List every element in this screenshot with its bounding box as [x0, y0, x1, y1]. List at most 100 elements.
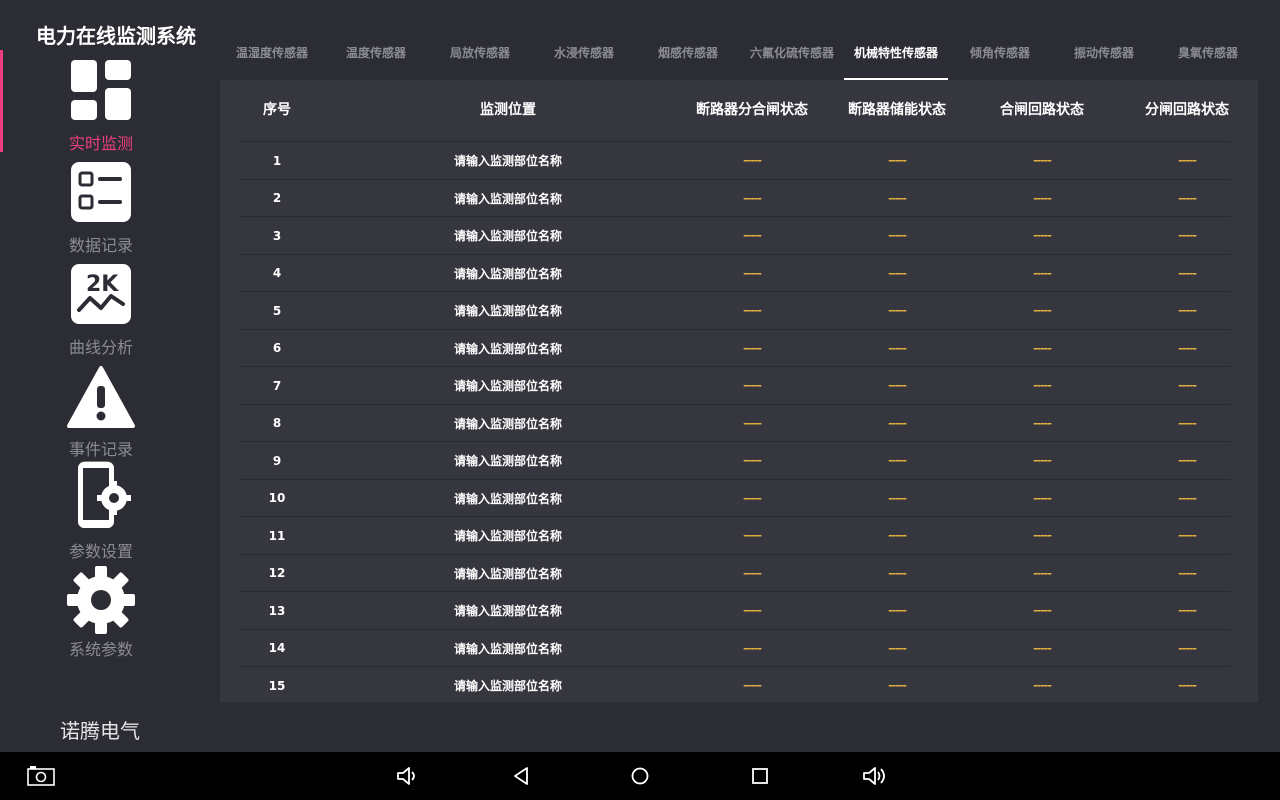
close-circuit-status-cell: ----- [1033, 566, 1052, 580]
breaker-energy-status-cell: ----- [888, 641, 907, 655]
close-circuit-status-cell: ----- [1033, 379, 1052, 392]
column-header: 断路器分合闸状态 [696, 102, 808, 118]
monitor-location-cell[interactable]: 请输入监测部位名称 [396, 517, 620, 554]
breaker-open-close-status-cell: ----- [743, 529, 762, 542]
row-index-cell: 1 [272, 153, 282, 168]
monitor-location-cell[interactable]: 请输入监测部位名称 [396, 180, 620, 217]
table-row[interactable]: 8 请输入监测部位名称 ----- ----- ----- ----- [238, 403, 1230, 442]
back-icon[interactable] [507, 764, 535, 788]
tab-temperature[interactable]: 温度传感器 [324, 26, 428, 80]
breaker-energy-status-cell: ----- [888, 304, 907, 317]
warning-icon [66, 366, 136, 436]
tab-sf6[interactable]: 六氟化硫传感器 [740, 26, 844, 80]
close-circuit-status-cell: ----- [1033, 229, 1052, 242]
monitor-location-cell[interactable]: 请输入监测部位名称 [396, 667, 620, 704]
table-row[interactable]: 10 请输入监测部位名称 ----- ----- ----- ----- [238, 478, 1230, 517]
table-row[interactable]: 15 请输入监测部位名称 ----- ----- ----- ----- [238, 666, 1230, 704]
home-icon[interactable] [626, 764, 654, 788]
tab-water-leak[interactable]: 水浸传感器 [532, 26, 636, 80]
close-circuit-status-cell: ----- [1033, 491, 1052, 505]
breaker-open-close-status-cell: ----- [743, 154, 762, 167]
sidebar-item-records[interactable]: 数据记录 [40, 162, 162, 262]
recents-icon[interactable] [746, 764, 774, 788]
monitor-location-cell[interactable]: 请输入监测部位名称 [396, 217, 620, 254]
close-circuit-status-cell: ----- [1033, 266, 1052, 280]
breaker-open-close-status-cell: ----- [743, 679, 762, 692]
table-row[interactable]: 3 请输入监测部位名称 ----- ----- ----- ----- [238, 216, 1230, 254]
breaker-energy-status-cell: ----- [888, 154, 907, 167]
row-index-cell: 3 [272, 228, 282, 243]
tab-tilt[interactable]: 倾角传感器 [948, 26, 1052, 80]
monitor-location-cell[interactable]: 请输入监测部位名称 [396, 555, 620, 592]
sidebar-item-system[interactable]: 系统参数 [40, 566, 162, 666]
monitor-location-cell[interactable]: 请输入监测部位名称 [396, 630, 620, 667]
table-body: 1 请输入监测部位名称 ----- ----- ----- ----- 2 请输入监测部位名称… [238, 141, 1230, 704]
monitor-location-cell[interactable]: 请输入监测部位名称 [396, 442, 620, 479]
table-row[interactable]: 1 请输入监测部位名称 ----- ----- ----- ----- [238, 141, 1230, 179]
tab-mechanical[interactable]: 机械特性传感器 [844, 26, 948, 80]
breaker-open-close-status-cell: ----- [743, 454, 762, 467]
dashboard-icon [66, 60, 136, 130]
monitor-location-cell[interactable]: 请输入监测部位名称 [396, 142, 620, 179]
table-row[interactable]: 11 请输入监测部位名称 ----- ----- ----- ----- [238, 516, 1230, 554]
row-index-cell: 13 [268, 603, 286, 618]
brand-name: 诺腾电气 [60, 719, 140, 743]
table-row[interactable]: 9 请输入监测部位名称 ----- ----- ----- ----- [238, 441, 1230, 479]
tab-vibration[interactable]: 振动传感器 [1052, 26, 1156, 80]
monitor-location-cell[interactable]: 请输入监测部位名称 [396, 367, 620, 404]
table-row[interactable]: 14 请输入监测部位名称 ----- ----- ----- ----- [238, 628, 1230, 667]
open-circuit-status-cell: ----- [1178, 679, 1197, 692]
row-index-cell: 11 [268, 528, 286, 543]
monitor-location-cell[interactable]: 请输入监测部位名称 [396, 292, 620, 329]
sidebar-item-curve[interactable]: 2K 曲线分析 [40, 264, 162, 364]
breaker-open-close-status-cell: ----- [743, 604, 762, 617]
table-row[interactable]: 4 请输入监测部位名称 ----- ----- ----- ----- [238, 253, 1230, 292]
row-index-cell: 9 [272, 453, 282, 468]
table-row[interactable]: 13 请输入监测部位名称 ----- ----- ----- ----- [238, 591, 1230, 629]
row-index-cell: 12 [268, 566, 286, 580]
column-header: 监测位置 [480, 102, 536, 118]
sidebar-item-label: 参数设置 [68, 542, 133, 561]
column-header: 分闸回路状态 [1145, 102, 1229, 118]
open-circuit-status-cell: ----- [1178, 191, 1197, 205]
breaker-open-close-status-cell: ----- [743, 266, 762, 280]
breaker-energy-status-cell: ----- [888, 604, 907, 617]
open-circuit-status-cell: ----- [1178, 641, 1197, 655]
table-row[interactable]: 7 请输入监测部位名称 ----- ----- ----- ----- [238, 366, 1230, 404]
volume-down-icon[interactable] [394, 764, 422, 788]
sidebar-item-realtime[interactable]: 实时监测 [40, 60, 162, 160]
chart-icon: 2K [66, 264, 136, 334]
table-header: 序号 监测位置 断路器分合闸状态 断路器储能状态 合闸回路状态 分闸回路状态 [220, 80, 1258, 138]
table-row[interactable]: 2 请输入监测部位名称 ----- ----- ----- ----- [238, 178, 1230, 217]
sidebar-item-events[interactable]: 事件记录 [40, 366, 162, 466]
app-root: 电力在线监测系统 实时监测 数据记录 2K 曲线分析 事件记录 参数设置 系统参… [0, 0, 1280, 752]
screenshot-icon[interactable] [27, 764, 55, 788]
table-row[interactable]: 12 请输入监测部位名称 ----- ----- ----- ----- [238, 553, 1230, 592]
open-circuit-status-cell: ----- [1178, 266, 1197, 280]
close-circuit-status-cell: ----- [1033, 604, 1052, 617]
monitor-location-cell[interactable]: 请输入监测部位名称 [396, 255, 620, 292]
monitor-location-cell[interactable]: 请输入监测部位名称 [396, 405, 620, 442]
tab-ozone[interactable]: 臭氧传感器 [1156, 26, 1260, 80]
table-row[interactable]: 5 请输入监测部位名称 ----- ----- ----- ----- [238, 291, 1230, 329]
close-circuit-status-cell: ----- [1033, 191, 1052, 205]
svg-text:2K: 2K [86, 272, 119, 297]
tab-temp-humidity[interactable]: 温湿度传感器 [220, 26, 324, 80]
sidebar-item-params[interactable]: 参数设置 [40, 458, 162, 561]
breaker-open-close-status-cell: ----- [743, 491, 762, 505]
monitor-location-cell[interactable]: 请输入监测部位名称 [396, 592, 620, 629]
table-row[interactable]: 6 请输入监测部位名称 ----- ----- ----- ----- [238, 328, 1230, 367]
row-index-cell: 5 [272, 303, 282, 318]
close-circuit-status-cell: ----- [1033, 641, 1052, 655]
open-circuit-status-cell: ----- [1178, 379, 1197, 392]
sidebar: 电力在线监测系统 实时监测 数据记录 2K 曲线分析 事件记录 参数设置 系统参… [0, 0, 205, 752]
open-circuit-status-cell: ----- [1178, 454, 1197, 467]
tab-smoke[interactable]: 烟感传感器 [636, 26, 740, 80]
tab-partial-discharge[interactable]: 局放传感器 [428, 26, 532, 80]
open-circuit-status-cell: ----- [1178, 341, 1197, 355]
volume-up-icon[interactable] [861, 764, 889, 788]
monitor-location-cell[interactable]: 请输入监测部位名称 [396, 480, 620, 517]
open-circuit-status-cell: ----- [1178, 529, 1197, 542]
monitor-location-cell[interactable]: 请输入监测部位名称 [396, 330, 620, 367]
open-circuit-status-cell: ----- [1178, 154, 1197, 167]
